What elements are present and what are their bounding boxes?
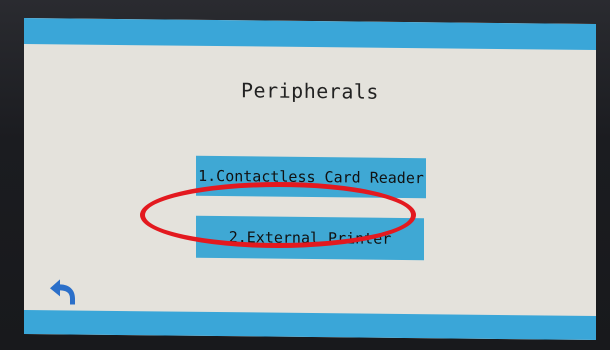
device-screen: Peripherals 1.Contactless Card Reader 2.… [24,18,596,340]
back-arrow-icon [50,279,75,305]
top-status-bar [24,18,596,50]
external-printer-button[interactable]: 2.External Printer [196,215,424,261]
contactless-card-reader-button[interactable]: 1.Contactless Card Reader [196,155,426,199]
back-button[interactable] [44,276,78,306]
page-title: Peripherals [241,78,379,104]
